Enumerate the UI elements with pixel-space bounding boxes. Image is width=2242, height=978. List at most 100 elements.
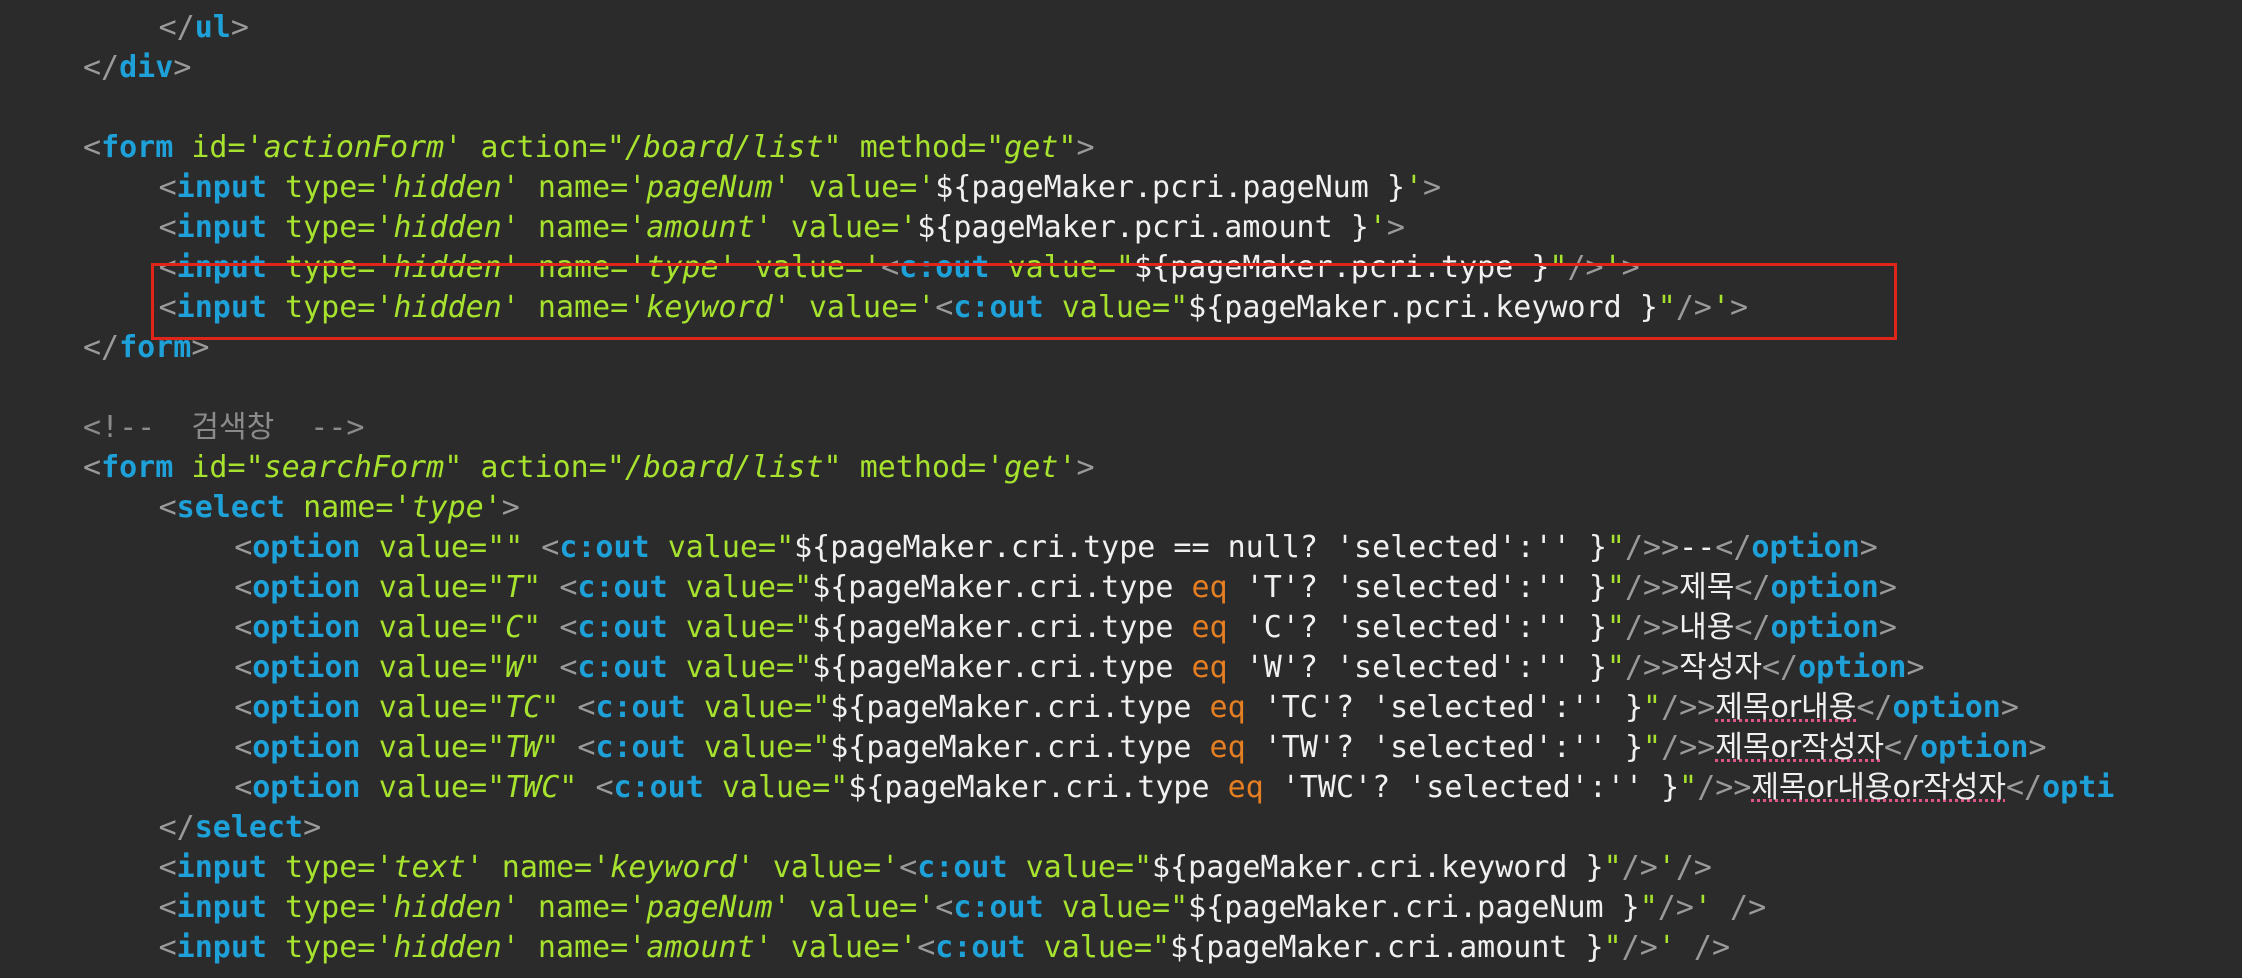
code-token: c:out	[559, 530, 650, 565]
code-token: "get"	[986, 130, 1077, 165]
code-token: value=	[378, 530, 488, 565]
code-token: <	[158, 930, 177, 965]
code-token: <	[577, 730, 596, 765]
code-token: name=	[537, 250, 629, 285]
code-line: <input type='hidden' name='pageNum' valu…	[159, 168, 1441, 208]
code-token: <	[234, 730, 253, 765]
code-token: <	[577, 690, 596, 725]
code-token: "	[1133, 850, 1153, 885]
code-line: </div>	[83, 48, 191, 88]
code-token: >	[173, 50, 192, 85]
code-token: </	[1761, 650, 1799, 685]
code-token: >	[230, 10, 249, 45]
code-token: option	[1798, 650, 1907, 685]
code-token: 'hidden'	[375, 250, 520, 285]
code-token: option	[252, 650, 361, 685]
code-line: <form id='actionForm' action="/board/lis…	[83, 128, 1095, 168]
code-token: <	[935, 890, 954, 925]
code-token: name=	[537, 890, 629, 925]
code-token: option	[252, 570, 361, 605]
code-token: <	[935, 290, 954, 325]
code-token: value=	[378, 650, 488, 685]
code-token: />>	[1624, 530, 1680, 565]
code-token: method=	[859, 130, 987, 165]
code-token: <	[559, 570, 578, 605]
code-token: option	[252, 610, 361, 645]
code-token: name=	[537, 290, 629, 325]
code-token: '	[1693, 890, 1712, 925]
code-token: c:out	[595, 730, 686, 765]
code-token: <	[234, 530, 253, 565]
code-token: "TW"	[487, 730, 560, 765]
code-line: <input type='hidden' name='amount' value…	[159, 928, 1730, 968]
code-token: 제목or작성자	[1715, 730, 1884, 765]
code-token: value=	[808, 170, 918, 205]
code-token: ${pageMaker.cri.type	[830, 730, 1210, 765]
code-token: eq	[1191, 570, 1228, 605]
code-token: '	[917, 890, 936, 925]
code-token: <	[158, 490, 177, 525]
code-token: ${pageMaker.pcri.amount }	[917, 210, 1369, 245]
code-token: >	[1386, 210, 1405, 245]
code-token: "	[812, 730, 831, 765]
code-token: "	[1549, 250, 1568, 285]
code-token: "	[1643, 730, 1662, 765]
code-token: ul	[194, 10, 231, 45]
code-token: 'TWC'? 'selected':'' }	[1263, 770, 1680, 805]
code-token: eq	[1209, 690, 1246, 725]
code-token: "	[1170, 290, 1189, 325]
code-token: />	[1693, 930, 1731, 965]
code-token: "	[1115, 250, 1134, 285]
code-token: <	[158, 890, 177, 925]
code-token: <	[234, 770, 253, 805]
code-token: >	[1076, 450, 1095, 485]
code-token: />	[1567, 250, 1604, 285]
code-token: option	[1770, 570, 1879, 605]
code-token: "	[1657, 290, 1676, 325]
code-token: ${pageMaker.cri.keyword }	[1152, 850, 1604, 885]
code-token: </	[1856, 690, 1893, 725]
code-token: div	[119, 50, 174, 85]
code-token: >	[2000, 690, 2019, 725]
code-token: "	[794, 570, 813, 605]
code-token: >	[501, 490, 520, 525]
code-token: />	[1675, 850, 1712, 885]
code-token: <	[158, 210, 177, 245]
code-token: ${pageMaker.cri.type == null? 'selected'…	[794, 530, 1607, 565]
code-token: '	[899, 930, 918, 965]
code-line: <input type='text' name='keyword' value=…	[159, 848, 1712, 888]
code-token: option	[252, 730, 361, 765]
code-token: value=	[667, 530, 777, 565]
code-token: value=	[1025, 850, 1134, 885]
code-token: --	[1679, 530, 1716, 565]
code-token: "	[830, 770, 849, 805]
code-token: "	[1606, 610, 1625, 645]
code-token: action=	[480, 130, 607, 165]
code-token: </	[158, 810, 195, 845]
code-token: value=	[808, 890, 918, 925]
code-token: type=	[285, 290, 376, 325]
code-token: />	[1657, 890, 1694, 925]
code-token: "/board/list"	[606, 450, 842, 485]
code-token: value=	[1061, 890, 1171, 925]
code-token: '	[1657, 850, 1676, 885]
code-token: <	[234, 690, 253, 725]
code-token: >	[1076, 130, 1095, 165]
code-token: value=	[772, 850, 882, 885]
code-line: <input type='hidden' name='type' value='…	[159, 248, 1640, 288]
code-editor[interactable]: </ul> </div> <form id='actionForm' action=…	[0, 0, 2242, 978]
